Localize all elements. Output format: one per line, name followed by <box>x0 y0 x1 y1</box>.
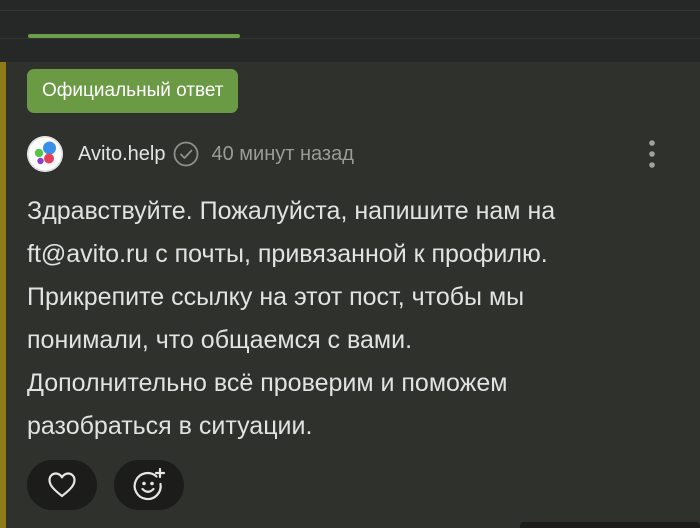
top-tabs-bar <box>0 0 700 62</box>
add-reaction-button[interactable] <box>114 460 184 510</box>
smile-plus-icon <box>133 467 166 501</box>
next-item-edge <box>520 522 700 528</box>
comment-text: Здравствуйте. Пожалуйста, напишите нам н… <box>27 190 687 448</box>
avatar[interactable] <box>27 136 63 172</box>
comment-text-line: ft@avito.ru с почты, привязанной к профи… <box>27 240 548 268</box>
heart-icon <box>48 472 76 498</box>
author-name[interactable]: Avito.help <box>78 143 165 166</box>
comment-text-line: понимали, что общаемся с вами. <box>27 326 413 354</box>
comment-text-line: Здравствуйте. Пожалуйста, напишите нам н… <box>27 197 556 225</box>
comment-text-line: Дополнительно всё проверим и поможем <box>27 369 508 397</box>
official-answer-badge: Официальный ответ <box>27 69 239 113</box>
comment-text-line: Прикрепите ссылку на этот пост, чтобы мы <box>27 283 525 311</box>
comment-accent-bar <box>0 62 6 528</box>
more-vertical-icon[interactable] <box>640 136 664 172</box>
like-button[interactable] <box>27 460 97 510</box>
divider <box>0 38 700 39</box>
comment-timestamp: 40 минут назад <box>211 142 354 165</box>
active-tab-indicator <box>28 34 240 38</box>
divider <box>0 10 700 11</box>
comment-text-line: разобраться в ситуации. <box>27 412 313 440</box>
check-circle-icon <box>174 141 199 167</box>
comment-header: Avito.help 40 минут назад <box>27 134 354 174</box>
avito-logo-icon <box>27 136 63 172</box>
